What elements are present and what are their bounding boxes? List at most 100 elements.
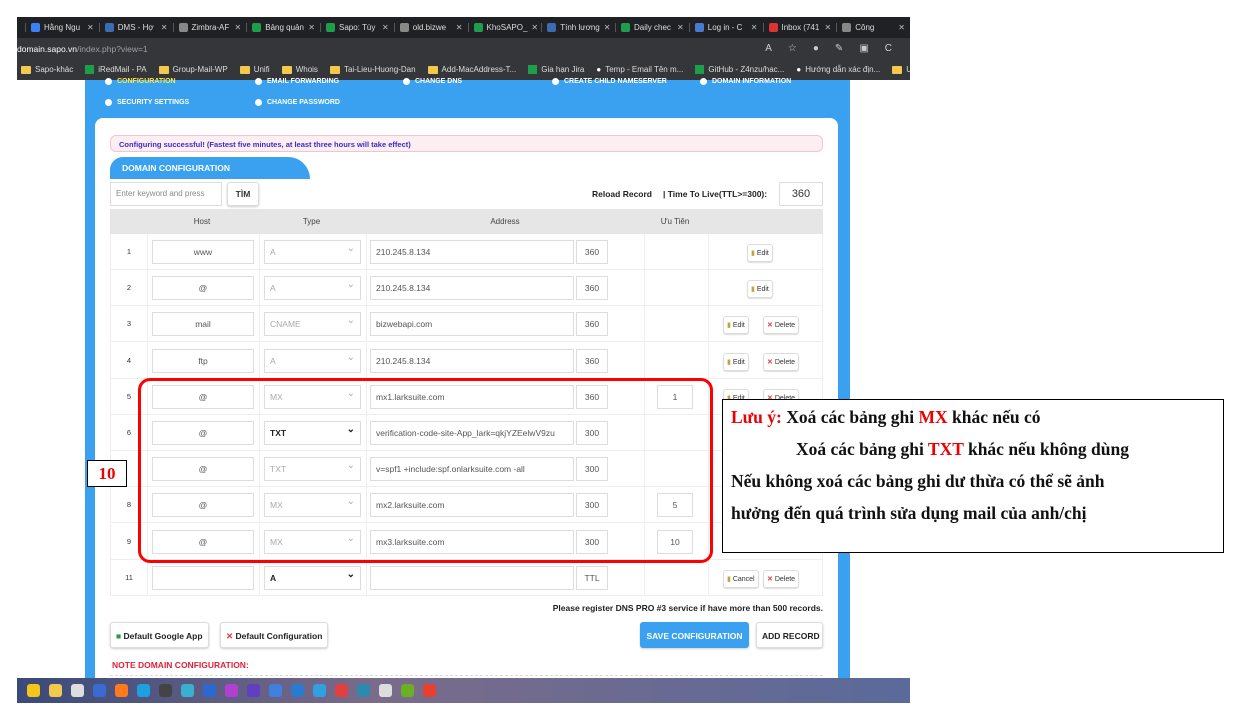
close-tab-icon[interactable]: ✕ [898,23,905,32]
browser-tab[interactable]: Hằng Ngu ✕ [25,23,99,32]
taskbar-app-icon[interactable] [27,684,40,697]
read-aloud-icon[interactable]: A [765,43,772,54]
bookmark-item[interactable]: Tai-Lieu-Huong-Dan [329,65,416,74]
browser-tab[interactable]: DMS - Hợ ✕ [98,23,173,32]
browser-tab[interactable]: old.bizwe ✕ [393,23,468,32]
browser-tab[interactable]: Daily chec ✕ [615,23,689,32]
nav-radio[interactable]: Create child nameserver [552,78,667,85]
close-tab-icon[interactable]: ✕ [604,23,611,32]
close-tab-icon[interactable]: ✕ [308,23,315,32]
taskbar-app-icon[interactable] [313,684,326,697]
type-select[interactable]: A [264,348,361,373]
bookmark-item[interactable]: Unifi [239,65,270,74]
taskbar-app-icon[interactable] [159,684,172,697]
edit-button[interactable]: ▮ Edit [747,244,773,262]
ttl-input[interactable]: TTL [576,565,608,590]
nav-radio[interactable]: Change DNS [403,78,462,85]
close-tab-icon[interactable]: ✕ [825,23,832,32]
extension-icon[interactable]: ● [813,43,819,54]
bookmark-item[interactable]: Gia hạn Jira [528,65,584,74]
nav-radio[interactable]: Security settings [105,99,189,106]
host-input[interactable] [152,565,254,590]
taskbar-app-icon[interactable] [335,684,348,697]
edit-button[interactable]: ▮ Edit [723,352,749,371]
host-input[interactable]: ftp [152,348,254,373]
reload-record-link[interactable]: Reload Record [592,189,652,199]
taskbar-app-icon[interactable] [115,684,128,697]
browser-tab[interactable]: Tính lương ✕ [541,23,615,32]
edit-button[interactable]: ▮ Edit [723,316,749,335]
bookmark-item[interactable]: GitHub - Z4nzu/hac... [695,65,784,74]
browser-tab[interactable]: Sapo: Tùy ✕ [320,23,394,32]
taskbar-app-icon[interactable] [71,684,84,697]
address-input[interactable]: 210.245.8.134 [370,276,574,301]
cancel-button[interactable]: ▮ Cancel [723,569,759,588]
browser-tab[interactable]: KhoSAPO_ ✕ [467,23,542,32]
bookmark-item[interactable]: Sapo-khác [21,65,73,74]
taskbar-app-icon[interactable] [357,684,370,697]
search-input[interactable]: Enter keyword and press [110,182,222,206]
default-google-app-button[interactable]: ■ Default Google App [110,622,209,648]
bookmark-item[interactable]: User_Downlo [892,65,910,74]
bookmark-item[interactable]: ● Hướng dẫn xác địn... [796,65,880,74]
close-tab-icon[interactable]: ✕ [531,23,538,32]
delete-button[interactable]: ✕ Delete [763,352,800,371]
host-input[interactable]: mail [152,312,254,337]
taskbar-app-icon[interactable] [247,684,260,697]
default-configuration-button[interactable]: ✕ Default Configuration [220,622,329,648]
ttl-input[interactable]: 360 [779,182,823,206]
browser-tab[interactable]: Zimbra-AF ✕ [172,23,247,32]
bookmark-item[interactable]: Whois [281,65,318,74]
type-select[interactable]: A [264,240,361,264]
add-record-button[interactable]: ADD RECORD [756,622,823,648]
close-tab-icon[interactable]: ✕ [456,23,463,32]
taskbar-app-icon[interactable] [401,684,414,697]
taskbar-app-icon[interactable] [225,684,238,697]
search-button[interactable]: TÌM [227,182,259,206]
star-icon[interactable]: ☆ [788,43,797,54]
close-tab-icon[interactable]: ✕ [235,23,242,32]
address-input[interactable]: 210.245.8.134 [370,240,574,264]
profile-icon[interactable]: ▣ [859,43,868,54]
address-bar[interactable]: domain.sapo.vn/index.php?view=1 A ☆ ● ✎ ▣ C [17,38,910,59]
reader-icon[interactable]: C [885,43,892,54]
delete-button[interactable]: ✕ Delete [763,569,800,588]
save-configuration-button[interactable]: SAVE CONFIGURATION [640,622,749,648]
nav-radio[interactable]: Change password [255,99,340,106]
address-input[interactable]: bizwebapi.com [370,312,574,337]
browser-tab[interactable]: Công ✕ [836,23,910,32]
taskbar-app-icon[interactable] [291,684,304,697]
taskbar-app-icon[interactable] [93,684,106,697]
ttl-input[interactable]: 360 [576,276,608,301]
ttl-input[interactable]: 360 [576,312,608,337]
taskbar-app-icon[interactable] [423,684,436,697]
taskbar-app-icon[interactable] [203,684,216,697]
nav-radio[interactable]: Email forwarding [255,78,339,85]
host-input[interactable]: @ [152,276,254,301]
close-tab-icon[interactable]: ✕ [751,23,758,32]
pen-icon[interactable]: ✎ [835,43,843,54]
close-tab-icon[interactable]: ✕ [87,23,94,32]
bookmark-item[interactable]: ● Temp - Email Tên m... [596,65,683,74]
taskbar-app-icon[interactable] [137,684,150,697]
nav-radio[interactable]: Configuration [105,78,176,85]
type-select[interactable]: CNAME [264,312,361,337]
taskbar-app-icon[interactable] [49,684,62,697]
bookmark-item[interactable]: iRedMail - PA [85,65,147,74]
host-input[interactable]: www [152,240,254,264]
type-select[interactable]: A [264,565,361,590]
bookmark-item[interactable]: Group-Mail-WP [158,65,228,74]
ttl-input[interactable]: 360 [576,348,608,373]
delete-button[interactable]: ✕ Delete [763,316,800,335]
address-input[interactable]: 210.245.8.134 [370,348,574,373]
ttl-input[interactable]: 360 [576,240,608,264]
bookmark-item[interactable]: Add-MacAddress-T... [427,65,516,74]
url-field[interactable]: domain.sapo.vn/index.php?view=1 [17,44,148,54]
taskbar-app-icon[interactable] [379,684,392,697]
close-tab-icon[interactable]: ✕ [382,23,389,32]
edit-button[interactable]: ▮ Edit [747,280,773,299]
browser-tab[interactable]: Inbox (741 ✕ [762,23,837,32]
browser-tab[interactable]: Bảng quản ✕ [246,23,320,32]
close-tab-icon[interactable]: ✕ [161,23,168,32]
type-select[interactable]: A [264,276,361,301]
